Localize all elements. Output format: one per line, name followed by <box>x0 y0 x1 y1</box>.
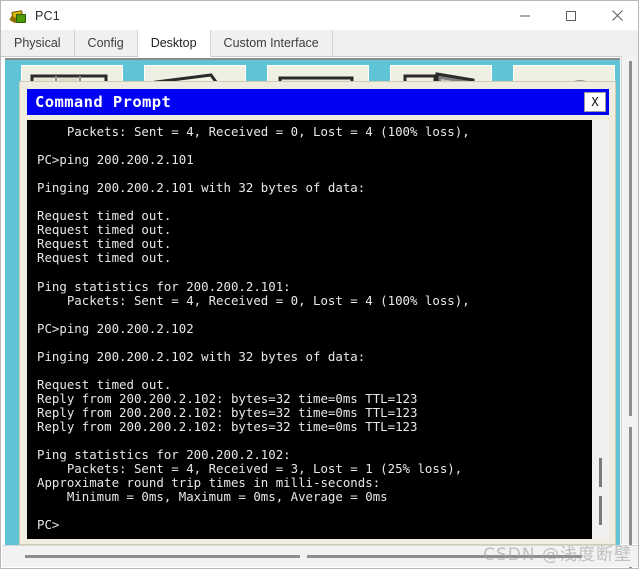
tab-desktop-label: Desktop <box>150 36 197 50</box>
close-icon[interactable] <box>594 1 638 30</box>
tab-physical-label: Physical <box>14 36 61 50</box>
terminal-line: Pinging 200.200.2.102 with 32 bytes of d… <box>37 348 366 364</box>
window-caption-buttons <box>502 1 638 30</box>
panel-vertical-scrollbar[interactable] <box>621 56 638 568</box>
terminal-container: Packets: Sent = 4, Received = 0, Lost = … <box>27 120 609 539</box>
terminal-line: Reply from 200.200.2.102: bytes=32 time=… <box>37 418 418 434</box>
terminal-scroll-thumb-upper[interactable] <box>599 458 602 487</box>
terminal-vertical-scrollbar[interactable] <box>592 120 609 539</box>
terminal-scroll-thumb-lower[interactable] <box>599 496 602 525</box>
terminal-line: Request timed out. <box>37 222 172 238</box>
window-titlebar: PC1 <box>1 1 638 30</box>
terminal-line: Packets: Sent = 4, Received = 0, Lost = … <box>37 124 470 139</box>
panel-horizontal-scrollbar[interactable] <box>2 545 638 567</box>
command-prompt-title: Command Prompt <box>35 93 172 111</box>
desktop-panel: Command Prompt X Packets: Sent = 4, Rece… <box>5 58 620 546</box>
packet-tracer-icon <box>9 8 26 24</box>
tab-physical[interactable]: Physical <box>1 30 75 56</box>
terminal-line: Approximate round trip times in milli-se… <box>37 475 381 491</box>
command-prompt-titlebar[interactable]: Command Prompt X <box>27 89 609 115</box>
terminal-line: Ping statistics for 200.200.2.101: <box>37 278 291 294</box>
terminal-line: PC> <box>37 517 60 533</box>
terminal-line: PC>ping 200.200.2.101 <box>37 152 194 168</box>
terminal-line: Packets: Sent = 4, Received = 0, Lost = … <box>37 292 470 308</box>
tab-custom-interface-label: Custom Interface <box>223 36 319 50</box>
terminal-line: Request timed out. <box>37 250 172 266</box>
terminal-line: Minimum = 0ms, Maximum = 0ms, Average = … <box>37 489 388 505</box>
pc1-window: PC1 Physical Config Desktop Custom Inter… <box>0 0 639 569</box>
panel-hscroll-thumb-right[interactable] <box>307 555 582 558</box>
terminal-line: Request timed out. <box>37 376 172 392</box>
tab-config-label: Config <box>87 36 124 50</box>
tab-custom-interface[interactable]: Custom Interface <box>210 30 333 56</box>
tab-config[interactable]: Config <box>74 30 138 56</box>
minimize-icon[interactable] <box>502 1 548 30</box>
terminal-line: Reply from 200.200.2.102: bytes=32 time=… <box>37 404 418 420</box>
maximize-icon[interactable] <box>548 1 594 30</box>
window-title: PC1 <box>35 8 60 23</box>
terminal-line: Ping statistics for 200.200.2.102: <box>37 447 291 463</box>
command-prompt-close-button[interactable]: X <box>584 92 606 112</box>
command-prompt-window: Command Prompt X Packets: Sent = 4, Rece… <box>19 81 616 545</box>
tab-strip: Physical Config Desktop Custom Interface <box>1 30 638 57</box>
terminal-line: Pinging 200.200.2.101 with 32 bytes of d… <box>37 180 366 196</box>
terminal-line: Request timed out. <box>37 208 172 224</box>
panel-scroll-thumb-upper[interactable] <box>629 61 632 416</box>
terminal-line: PC>ping 200.200.2.102 <box>37 320 194 336</box>
panel-hscroll-thumb-left[interactable] <box>25 555 300 558</box>
terminal-line: Reply from 200.200.2.102: bytes=32 time=… <box>37 390 418 406</box>
terminal-line: Request timed out. <box>37 236 172 252</box>
terminal-output[interactable]: Packets: Sent = 4, Received = 0, Lost = … <box>27 120 592 539</box>
terminal-line: Packets: Sent = 4, Received = 3, Lost = … <box>37 461 463 477</box>
tab-desktop[interactable]: Desktop <box>137 30 211 57</box>
